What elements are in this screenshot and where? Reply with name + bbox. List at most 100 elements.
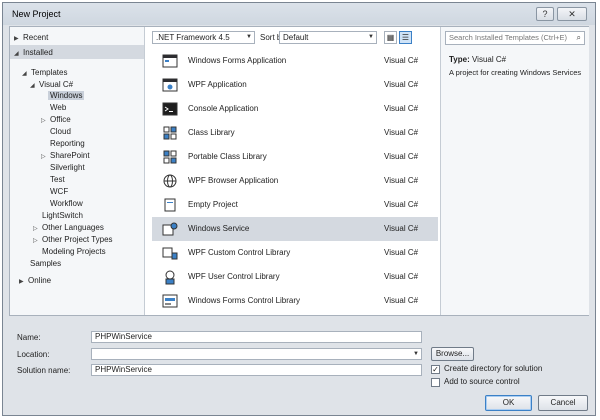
forms-control-icon [162, 294, 178, 308]
expand-arrow-icon[interactable]: ▷ [41, 116, 50, 127]
expand-arrow-icon[interactable]: ▷ [41, 152, 50, 163]
search-templates-input[interactable]: Search Installed Templates (Ctrl+E) ⌕ [445, 31, 585, 45]
template-name: WPF Custom Control Library [188, 248, 291, 257]
tree-item-label: Office [50, 115, 71, 124]
template-row[interactable]: Empty Project Visual C# [152, 193, 438, 217]
close-button[interactable]: ✕ [557, 7, 587, 21]
location-label: Location: [17, 350, 50, 359]
ok-button[interactable]: OK [485, 395, 532, 411]
template-language: Visual C# [384, 56, 419, 65]
tree-item-cloud[interactable]: Cloud [50, 126, 71, 137]
template-language: Visual C# [384, 272, 419, 281]
template-row[interactable]: Windows Forms Application Visual C# [152, 49, 438, 73]
tree-item-label: WCF [50, 187, 69, 196]
source-control-checkbox[interactable] [431, 378, 440, 387]
tree-item-samples[interactable]: Samples [30, 258, 61, 269]
template-row[interactable]: Class Library Visual C# [152, 121, 438, 145]
template-toolbar: .NET Framework 4.5 ▼ Sort by: Default ▼ ▦ … [152, 31, 434, 45]
tree-item-label: Recent [23, 33, 49, 42]
collapse-arrow-icon[interactable]: ◢ [30, 81, 39, 92]
cancel-button[interactable]: Cancel [538, 395, 588, 411]
tree-item-online[interactable]: ▶ Online [19, 275, 51, 286]
main-panel: ▶ Recent ◢ Installed ◢ Templates ◢ Visual C#… [9, 26, 589, 316]
name-label: Name: [17, 333, 41, 342]
expand-arrow-icon[interactable]: ▶ [19, 277, 28, 288]
solution-name-label: Solution name: [17, 366, 71, 375]
template-name: Portable Class Library [188, 152, 267, 161]
tree-item-sharepoint[interactable]: ▷ SharePoint [41, 150, 90, 161]
template-row[interactable]: WPF User Control Library Visual C# [152, 265, 438, 289]
title-bar[interactable]: New Project ? ✕ [3, 3, 595, 25]
tree-item-test[interactable]: Test [50, 174, 65, 185]
list-view-button[interactable]: ☰ [399, 31, 412, 44]
template-row[interactable]: Console Application Visual C# [152, 97, 438, 121]
tree-item-label: Visual C# [39, 80, 74, 89]
tree-item-visual-csharp[interactable]: ◢ Visual C# [30, 79, 73, 90]
medium-icons-view-button[interactable]: ▦ [384, 31, 397, 44]
tree-item-label: Other Languages [42, 223, 104, 232]
tree-item-templates[interactable]: ◢ Templates [22, 67, 67, 78]
template-name: Windows Service [188, 224, 250, 233]
window-title: New Project [12, 9, 61, 19]
search-icon[interactable]: ⌕ [577, 32, 581, 44]
template-language: Visual C# [384, 200, 419, 209]
name-field[interactable]: PHPWinService [91, 331, 422, 343]
template-row-selected[interactable]: Windows Service Visual C# [152, 217, 438, 241]
tree-item-office[interactable]: ▷ Office [41, 114, 71, 125]
tree-item-web[interactable]: Web [50, 102, 66, 113]
chevron-down-icon: ▼ [413, 351, 419, 357]
help-button[interactable]: ? [536, 7, 554, 21]
sort-select[interactable]: Default ▼ [279, 31, 377, 44]
template-row[interactable]: WPF Browser Application Visual C# [152, 169, 438, 193]
tree-item-label: Cloud [50, 127, 71, 136]
grid-view-icon: ▦ [386, 33, 395, 42]
tree-item-label: Test [50, 175, 65, 184]
template-row[interactable]: Windows Forms Control Library Visual C# [152, 289, 438, 313]
create-directory-label: Create directory for solution [444, 364, 543, 373]
source-control-label: Add to source control [444, 377, 520, 386]
template-name: Windows Forms Application [188, 56, 287, 65]
tree-item-label: Installed [23, 48, 53, 57]
tree-item-silverlight[interactable]: Silverlight [50, 162, 85, 173]
template-row[interactable]: Portable Class Library Visual C# [152, 145, 438, 169]
tree-item-modeling-projects[interactable]: Modeling Projects [42, 246, 106, 257]
template-language: Visual C# [384, 152, 419, 161]
tree-item-other-languages[interactable]: ▷ Other Languages [33, 222, 104, 233]
tree-item-windows[interactable]: Windows [48, 90, 85, 101]
template-row[interactable]: WPF Custom Control Library Visual C# [152, 241, 438, 265]
template-language: Visual C# [384, 224, 419, 233]
wpf-app-icon [162, 78, 178, 92]
create-directory-checkbox[interactable]: ✓ [431, 365, 440, 374]
solution-name-field[interactable]: PHPWinService [91, 364, 422, 376]
expand-arrow-icon[interactable]: ▶ [14, 34, 23, 45]
tree-item-other-project-types[interactable]: ▷ Other Project Types [33, 234, 113, 245]
template-name: WPF User Control Library [188, 272, 280, 281]
class-library-icon [163, 126, 177, 140]
tree-item-label: Other Project Types [42, 235, 113, 244]
user-control-icon [165, 270, 175, 285]
location-field[interactable]: ▼ [91, 348, 422, 360]
custom-control-icon [162, 247, 178, 260]
expand-arrow-icon[interactable]: ▷ [33, 236, 42, 247]
search-placeholder: Search Installed Templates (Ctrl+E) [449, 33, 568, 42]
browse-button[interactable]: Browse... [431, 347, 474, 361]
tree-item-wcf[interactable]: WCF [50, 186, 68, 197]
collapse-arrow-icon[interactable]: ◢ [14, 49, 23, 60]
tree-item-installed[interactable]: ◢ Installed [14, 47, 53, 58]
console-icon [162, 102, 178, 116]
tree-item-label: Samples [30, 259, 62, 268]
tree-item-recent[interactable]: ▶ Recent [14, 32, 48, 43]
framework-select[interactable]: .NET Framework 4.5 ▼ [152, 31, 255, 44]
type-line: Type: Visual C# [449, 55, 506, 64]
solution-name-value: PHPWinService [95, 365, 152, 374]
template-name: Empty Project [188, 200, 238, 209]
tree-item-label: LightSwitch [42, 211, 83, 220]
template-row[interactable]: WPF Application Visual C# [152, 73, 438, 97]
framework-value: .NET Framework 4.5 [156, 33, 230, 42]
tree-item-lightswitch[interactable]: LightSwitch [42, 210, 83, 221]
chevron-down-icon: ▼ [246, 34, 252, 40]
tree-item-reporting[interactable]: Reporting [50, 138, 85, 149]
service-icon [162, 222, 178, 236]
details-panel: Search Installed Templates (Ctrl+E) ⌕ Typ… [440, 27, 589, 315]
tree-item-workflow[interactable]: Workflow [50, 198, 83, 209]
